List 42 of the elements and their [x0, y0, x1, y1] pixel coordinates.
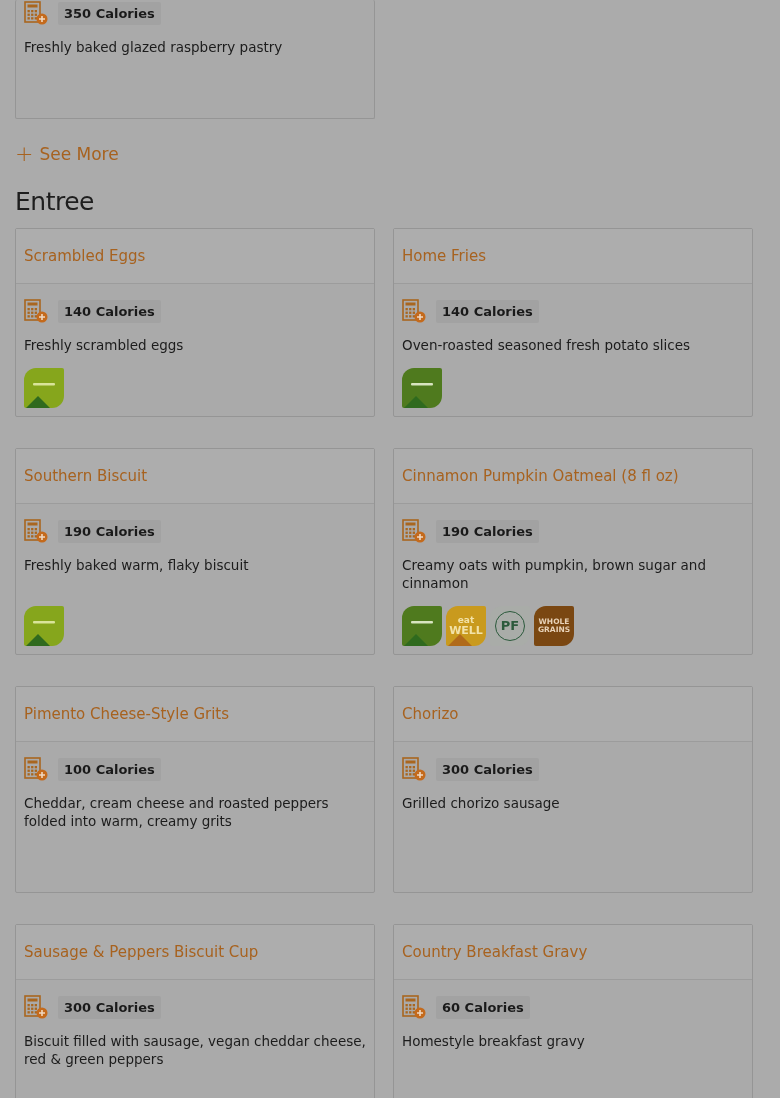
item-name[interactable]: Scrambled Eggs — [24, 247, 146, 265]
calories-label: 190 Calories — [436, 519, 539, 543]
item-description: Cheddar, cream cheese and roasted peppers folded into warm, creamy grits — [24, 794, 330, 830]
calculator-icon — [24, 995, 48, 1019]
diet-badge-icon — [402, 606, 442, 646]
item-name[interactable]: Southern Biscuit — [24, 467, 148, 485]
calories-label: 100 Calories — [58, 757, 161, 781]
see-more-link[interactable]: + See More — [15, 143, 119, 165]
item-description: Freshly baked glazed raspberry pastry — [24, 38, 284, 56]
item-name[interactable]: Home Fries — [402, 247, 486, 265]
calculator-icon — [402, 757, 426, 781]
item-description: Freshly scrambled eggs — [24, 336, 185, 354]
calories-label: 350 Calories — [58, 1, 161, 25]
diet-badge-icon: eat WELL — [446, 606, 486, 646]
section-title: Entree — [15, 187, 95, 216]
item-name[interactable]: Pimento Cheese-Style Grits — [24, 705, 230, 723]
calculator-icon — [402, 299, 426, 323]
item-name[interactable]: Cinnamon Pumpkin Oatmeal (8 fl oz) — [402, 467, 679, 485]
diet-badge-icon — [24, 606, 64, 646]
calculator-icon — [402, 995, 426, 1019]
item-name[interactable]: Sausage & Peppers Biscuit Cup — [24, 943, 259, 961]
item-description: Grilled chorizo sausage — [402, 794, 561, 812]
calculator-icon — [24, 757, 48, 781]
item-name[interactable]: Country Breakfast Gravy — [402, 943, 588, 961]
item-description: Creamy oats with pumpkin, brown sugar and cinnamon — [402, 556, 707, 592]
item-description: Oven-roasted seasoned fresh potato slices — [402, 336, 691, 354]
calculator-icon — [24, 519, 48, 543]
calories-label: 140 Calories — [436, 299, 539, 323]
calories-label: 300 Calories — [58, 995, 161, 1019]
calories-label: 300 Calories — [436, 757, 539, 781]
diet-badge-icon — [24, 368, 64, 408]
calculator-icon — [402, 519, 426, 543]
calories-label: 190 Calories — [58, 519, 161, 543]
calories-label: 140 Calories — [58, 299, 161, 323]
item-description: Homestyle breakfast gravy — [402, 1032, 586, 1050]
calculator-icon — [24, 1, 48, 25]
calculator-icon — [24, 299, 48, 323]
diet-badge-icon — [402, 368, 442, 408]
item-name[interactable]: Chorizo — [402, 705, 459, 723]
calories-label: 60 Calories — [436, 995, 530, 1019]
item-description: Biscuit filled with sausage, vegan cheddar cheese, red & green peppers — [24, 1032, 366, 1068]
item-description: Freshly baked warm, flaky biscuit — [24, 556, 250, 574]
